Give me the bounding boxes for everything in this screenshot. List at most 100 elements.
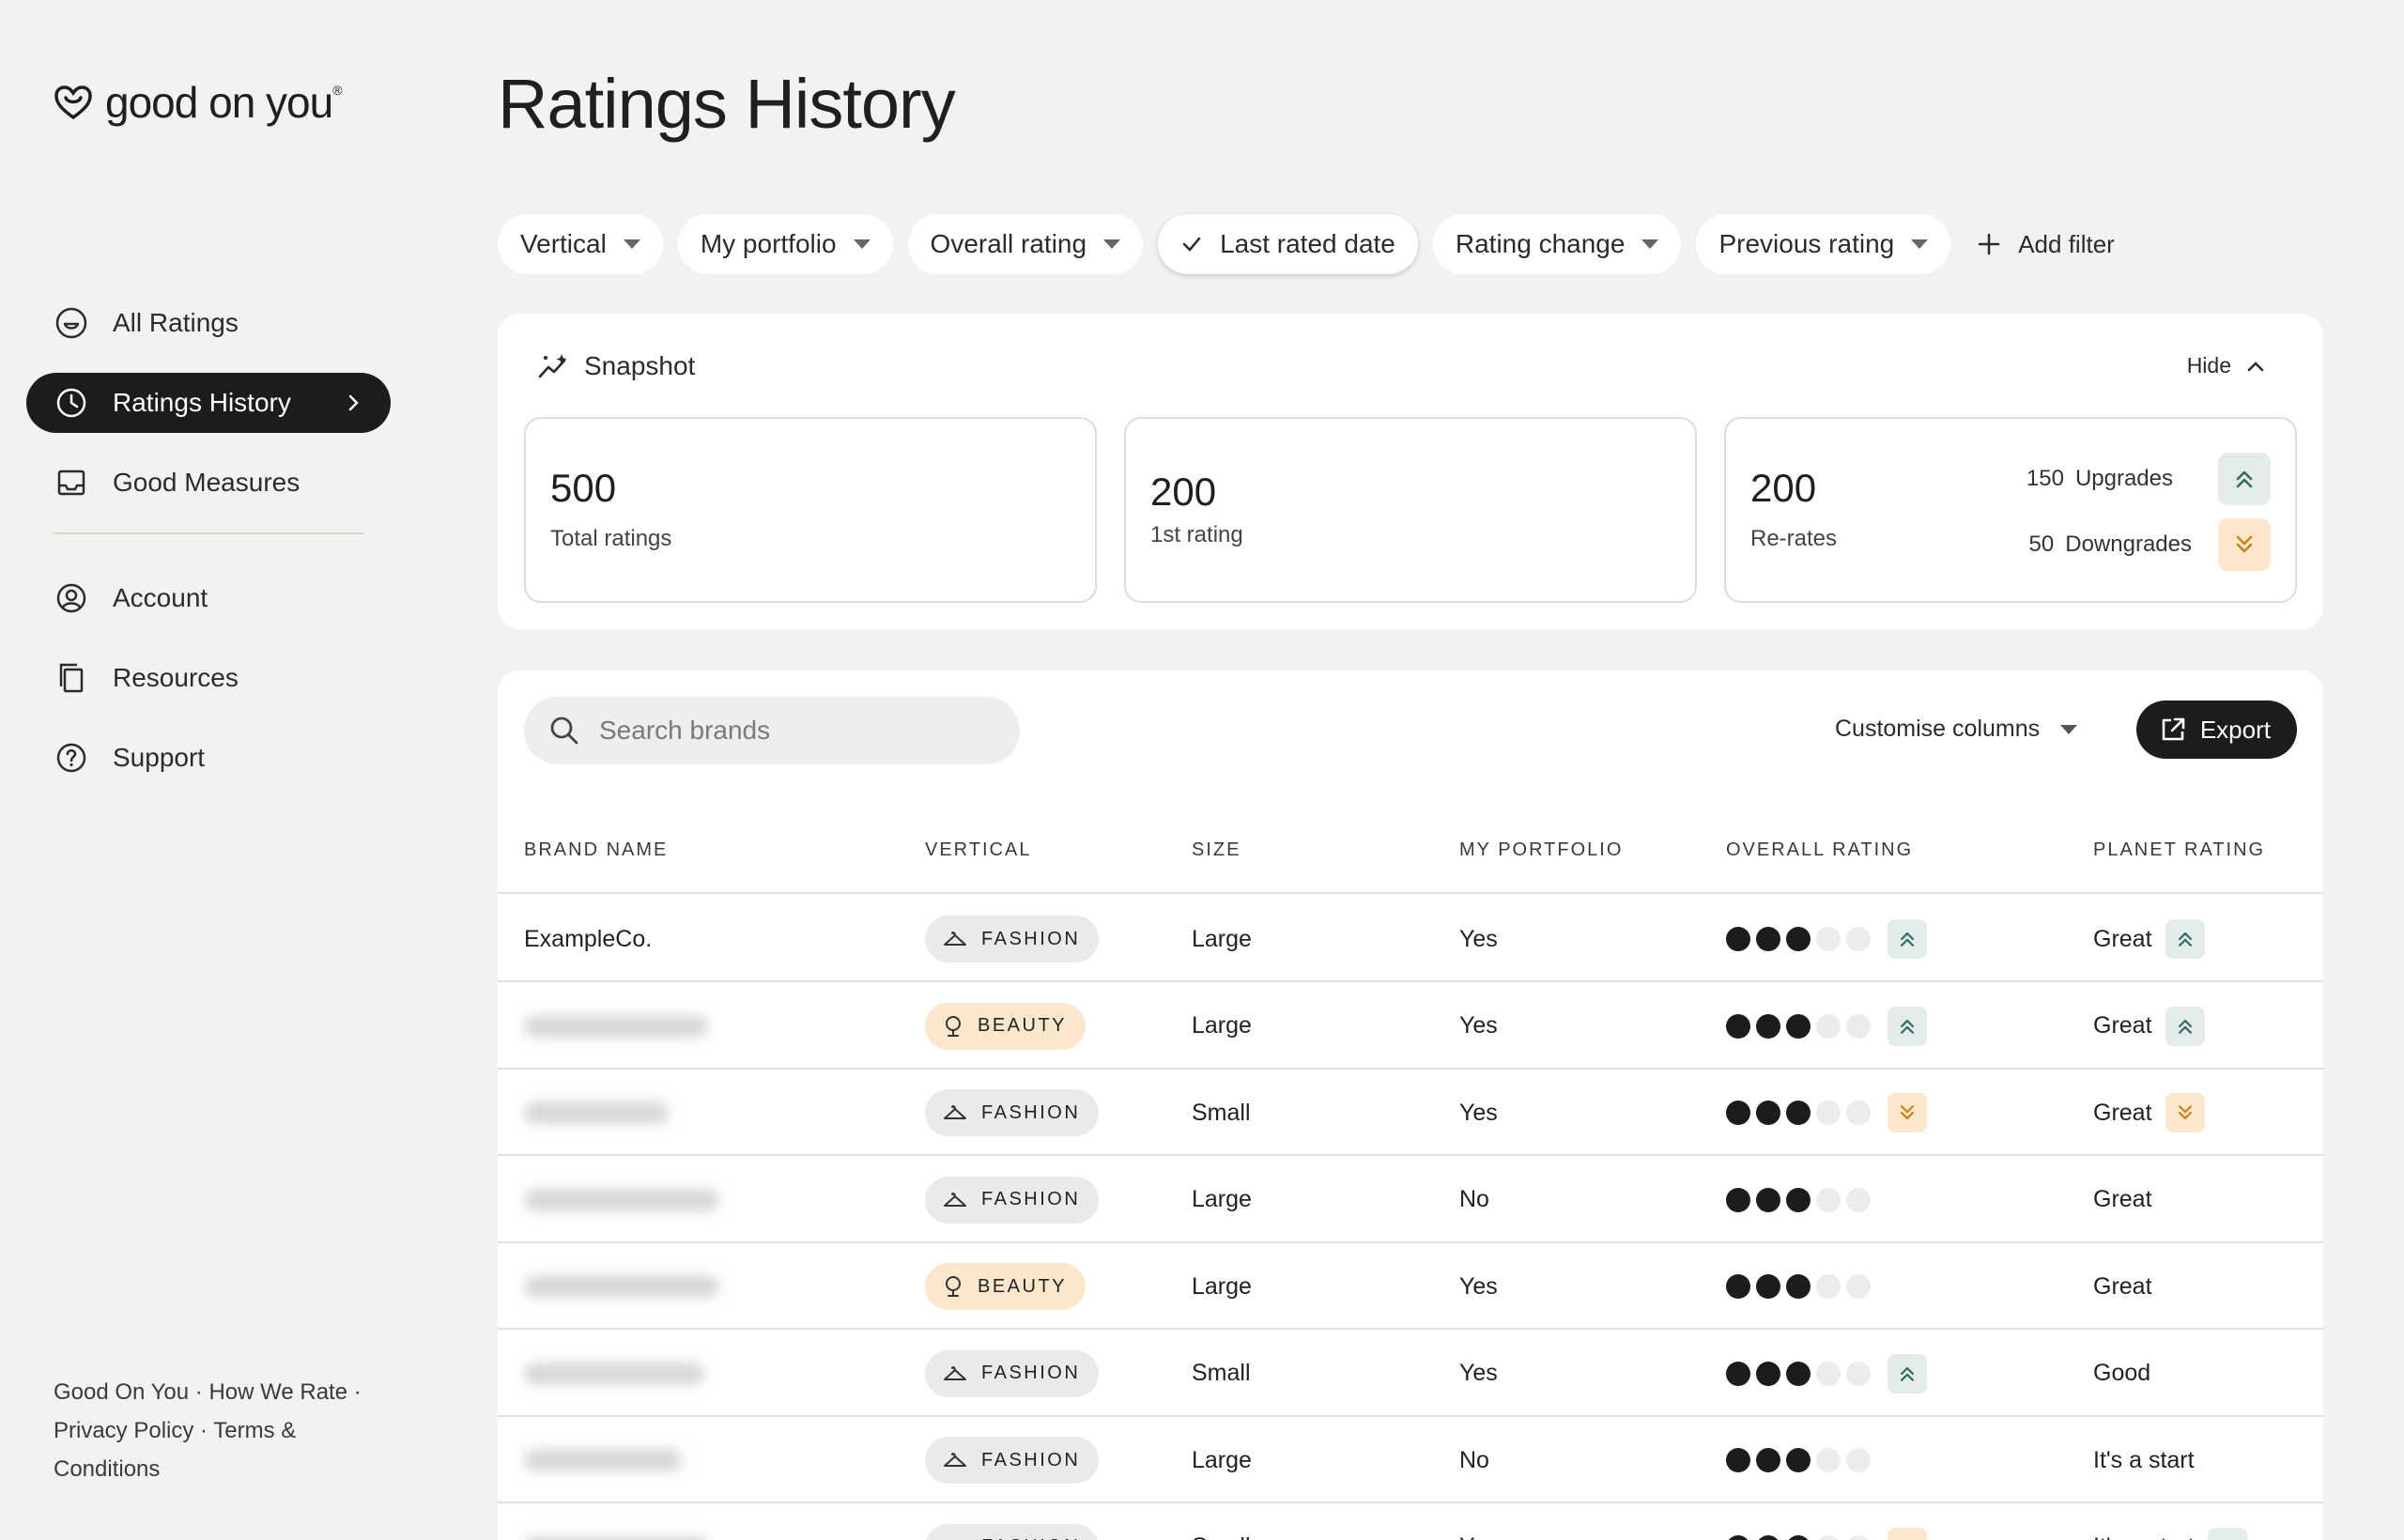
double-chevron-up-icon bbox=[2218, 453, 2271, 505]
double-chevron-up-icon bbox=[1888, 1353, 1927, 1394]
rating-dot-empty bbox=[1846, 1274, 1871, 1299]
add-filter-button[interactable]: Add filter bbox=[1965, 230, 2115, 259]
vertical-badge: FASHION bbox=[925, 1523, 1100, 1540]
rating-dot-filled bbox=[1786, 1013, 1811, 1039]
rating-dot-empty bbox=[1846, 1448, 1871, 1472]
customise-columns-dropdown[interactable]: Customise columns bbox=[1835, 716, 2078, 743]
cell-brand-name bbox=[524, 1417, 682, 1503]
brand-logo[interactable]: good on you® bbox=[53, 77, 343, 128]
vertical-label: BEAUTY bbox=[978, 1015, 1068, 1036]
sidebar-item-label: Resources bbox=[113, 663, 239, 692]
sidebar-item-resources[interactable]: Resources bbox=[26, 648, 391, 708]
inbox-icon bbox=[57, 470, 85, 496]
filter-chip-last-rated-date[interactable]: Last rated date bbox=[1158, 214, 1418, 274]
hanger-icon bbox=[942, 1450, 968, 1471]
rating-dot-filled bbox=[1756, 927, 1780, 951]
total-ratings-value: 500 bbox=[550, 466, 617, 510]
cell-planet-rating: Great bbox=[2093, 1157, 2152, 1243]
filter-chip-overall-rating[interactable]: Overall rating bbox=[907, 214, 1144, 274]
filter-chip-my-portfolio[interactable]: My portfolio bbox=[677, 214, 893, 274]
sidebar-item-all-ratings[interactable]: All Ratings bbox=[26, 293, 391, 353]
redacted-brand-name bbox=[524, 1014, 708, 1038]
planet-rating-label: Great bbox=[2093, 925, 2152, 952]
filter-chip-vertical[interactable]: Vertical bbox=[498, 214, 663, 274]
column-header-my-portfolio[interactable]: MY PORTFOLIO bbox=[1459, 839, 1623, 861]
rating-dot-filled bbox=[1726, 1361, 1750, 1386]
first-rating-value: 200 bbox=[1150, 470, 1217, 514]
double-chevron-down-icon bbox=[2218, 518, 2271, 571]
filter-chip-previous-rating[interactable]: Previous rating bbox=[1696, 214, 1951, 274]
rating-dot-empty bbox=[1846, 1013, 1871, 1039]
upgrades-row: 150 Upgrades bbox=[2026, 453, 2271, 505]
chevron-right-icon bbox=[348, 394, 359, 411]
redacted-brand-name bbox=[524, 1449, 682, 1471]
redacted-brand-name bbox=[524, 1362, 704, 1385]
vertical-label: FASHION bbox=[981, 1101, 1081, 1123]
caret-down-icon bbox=[1103, 239, 1121, 249]
column-header-planet-rating[interactable]: PLANET RATING bbox=[2093, 839, 2265, 861]
vertical-label: FASHION bbox=[981, 1449, 1081, 1471]
rating-dot-filled bbox=[1726, 1013, 1750, 1039]
sidebar-item-account[interactable]: Account bbox=[26, 568, 391, 628]
rating-dots bbox=[1726, 1534, 1871, 1540]
cell-planet-rating: Great bbox=[2093, 983, 2205, 1070]
planet-rating-label: Great bbox=[2093, 1012, 2152, 1039]
rating-dot-filled bbox=[1756, 1013, 1780, 1039]
plus-icon bbox=[1978, 233, 2000, 255]
hanger-icon bbox=[942, 929, 968, 949]
cell-planet-rating: Great bbox=[2093, 896, 2205, 982]
table-row[interactable]: FASHION Small Yes Great bbox=[498, 1070, 2323, 1156]
rating-dot-filled bbox=[1726, 1534, 1750, 1540]
sidebar-item-good-measures[interactable]: Good Measures bbox=[26, 453, 391, 513]
hanger-icon bbox=[942, 1102, 968, 1123]
redacted-brand-name bbox=[524, 1535, 708, 1540]
column-header-size[interactable]: SIZE bbox=[1192, 839, 1241, 861]
column-header-vertical[interactable]: VERTICAL bbox=[925, 839, 1031, 861]
search-input[interactable] bbox=[599, 716, 994, 746]
cell-size: Small bbox=[1192, 1099, 1251, 1126]
cell-overall-rating bbox=[1726, 896, 1927, 982]
cell-vertical: FASHION bbox=[925, 896, 1100, 982]
table-row[interactable]: FASHION Small Yes It's a start bbox=[498, 1504, 2323, 1540]
export-button[interactable]: Export bbox=[2135, 701, 2297, 759]
sidebar: good on you® All Ratings Ratings History… bbox=[0, 0, 451, 1540]
cell-brand-name bbox=[524, 983, 708, 1070]
sidebar-item-ratings-history[interactable]: Ratings History bbox=[26, 373, 391, 433]
rating-dot-filled bbox=[1786, 1274, 1811, 1299]
footer-links[interactable]: Good On You · How We Rate · Privacy Poli… bbox=[54, 1373, 373, 1488]
hide-snapshot-button[interactable]: Hide bbox=[2187, 353, 2265, 378]
brand-name[interactable]: ExampleCo. bbox=[524, 926, 652, 953]
filter-chip-label: Last rated date bbox=[1220, 229, 1395, 258]
table-row[interactable]: ExampleCo. FASHION Large Yes Great bbox=[498, 896, 2323, 982]
table-row[interactable]: BEAUTY Large Yes Great bbox=[498, 1243, 2323, 1330]
table-row[interactable]: FASHION Large No Great bbox=[498, 1157, 2323, 1243]
filter-chip-rating-change[interactable]: Rating change bbox=[1432, 214, 1682, 274]
rating-dots bbox=[1726, 1187, 1871, 1212]
vertical-badge: FASHION bbox=[925, 916, 1100, 962]
rating-dot-filled bbox=[1756, 1448, 1780, 1472]
rating-dot-filled bbox=[1786, 1101, 1811, 1125]
nav-divider bbox=[54, 532, 363, 534]
vertical-badge: FASHION bbox=[925, 1176, 1100, 1224]
ratings-table-panel: Customise columns Export BRAND NAME VERT… bbox=[498, 670, 2323, 1540]
rating-dot-filled bbox=[1756, 1274, 1780, 1299]
rating-dot-filled bbox=[1786, 1534, 1811, 1540]
table-row[interactable]: FASHION Small Yes Good bbox=[498, 1331, 2323, 1417]
table-header: BRAND NAME VERTICAL SIZE MY PORTFOLIO OV… bbox=[498, 821, 2323, 894]
copy-icon bbox=[59, 663, 84, 693]
table-row[interactable]: FASHION Large No It's a start bbox=[498, 1417, 2323, 1503]
check-icon bbox=[1182, 237, 1201, 252]
rating-dot-filled bbox=[1726, 1448, 1750, 1472]
column-header-brand-name[interactable]: BRAND NAME bbox=[524, 839, 668, 861]
search-box[interactable] bbox=[524, 697, 1020, 764]
cell-brand-name bbox=[524, 1070, 669, 1156]
column-header-overall-rating[interactable]: OVERALL RATING bbox=[1726, 839, 1913, 861]
cell-size: Large bbox=[1192, 1012, 1252, 1039]
table-row[interactable]: BEAUTY Large Yes Great bbox=[498, 983, 2323, 1070]
sidebar-item-support[interactable]: Support bbox=[26, 728, 391, 788]
help-icon bbox=[56, 743, 86, 773]
cell-size: Small bbox=[1192, 1504, 1251, 1540]
filter-chip-label: Rating change bbox=[1455, 229, 1626, 258]
double-chevron-up-icon bbox=[2165, 1006, 2205, 1046]
cell-brand-name bbox=[524, 1243, 719, 1330]
